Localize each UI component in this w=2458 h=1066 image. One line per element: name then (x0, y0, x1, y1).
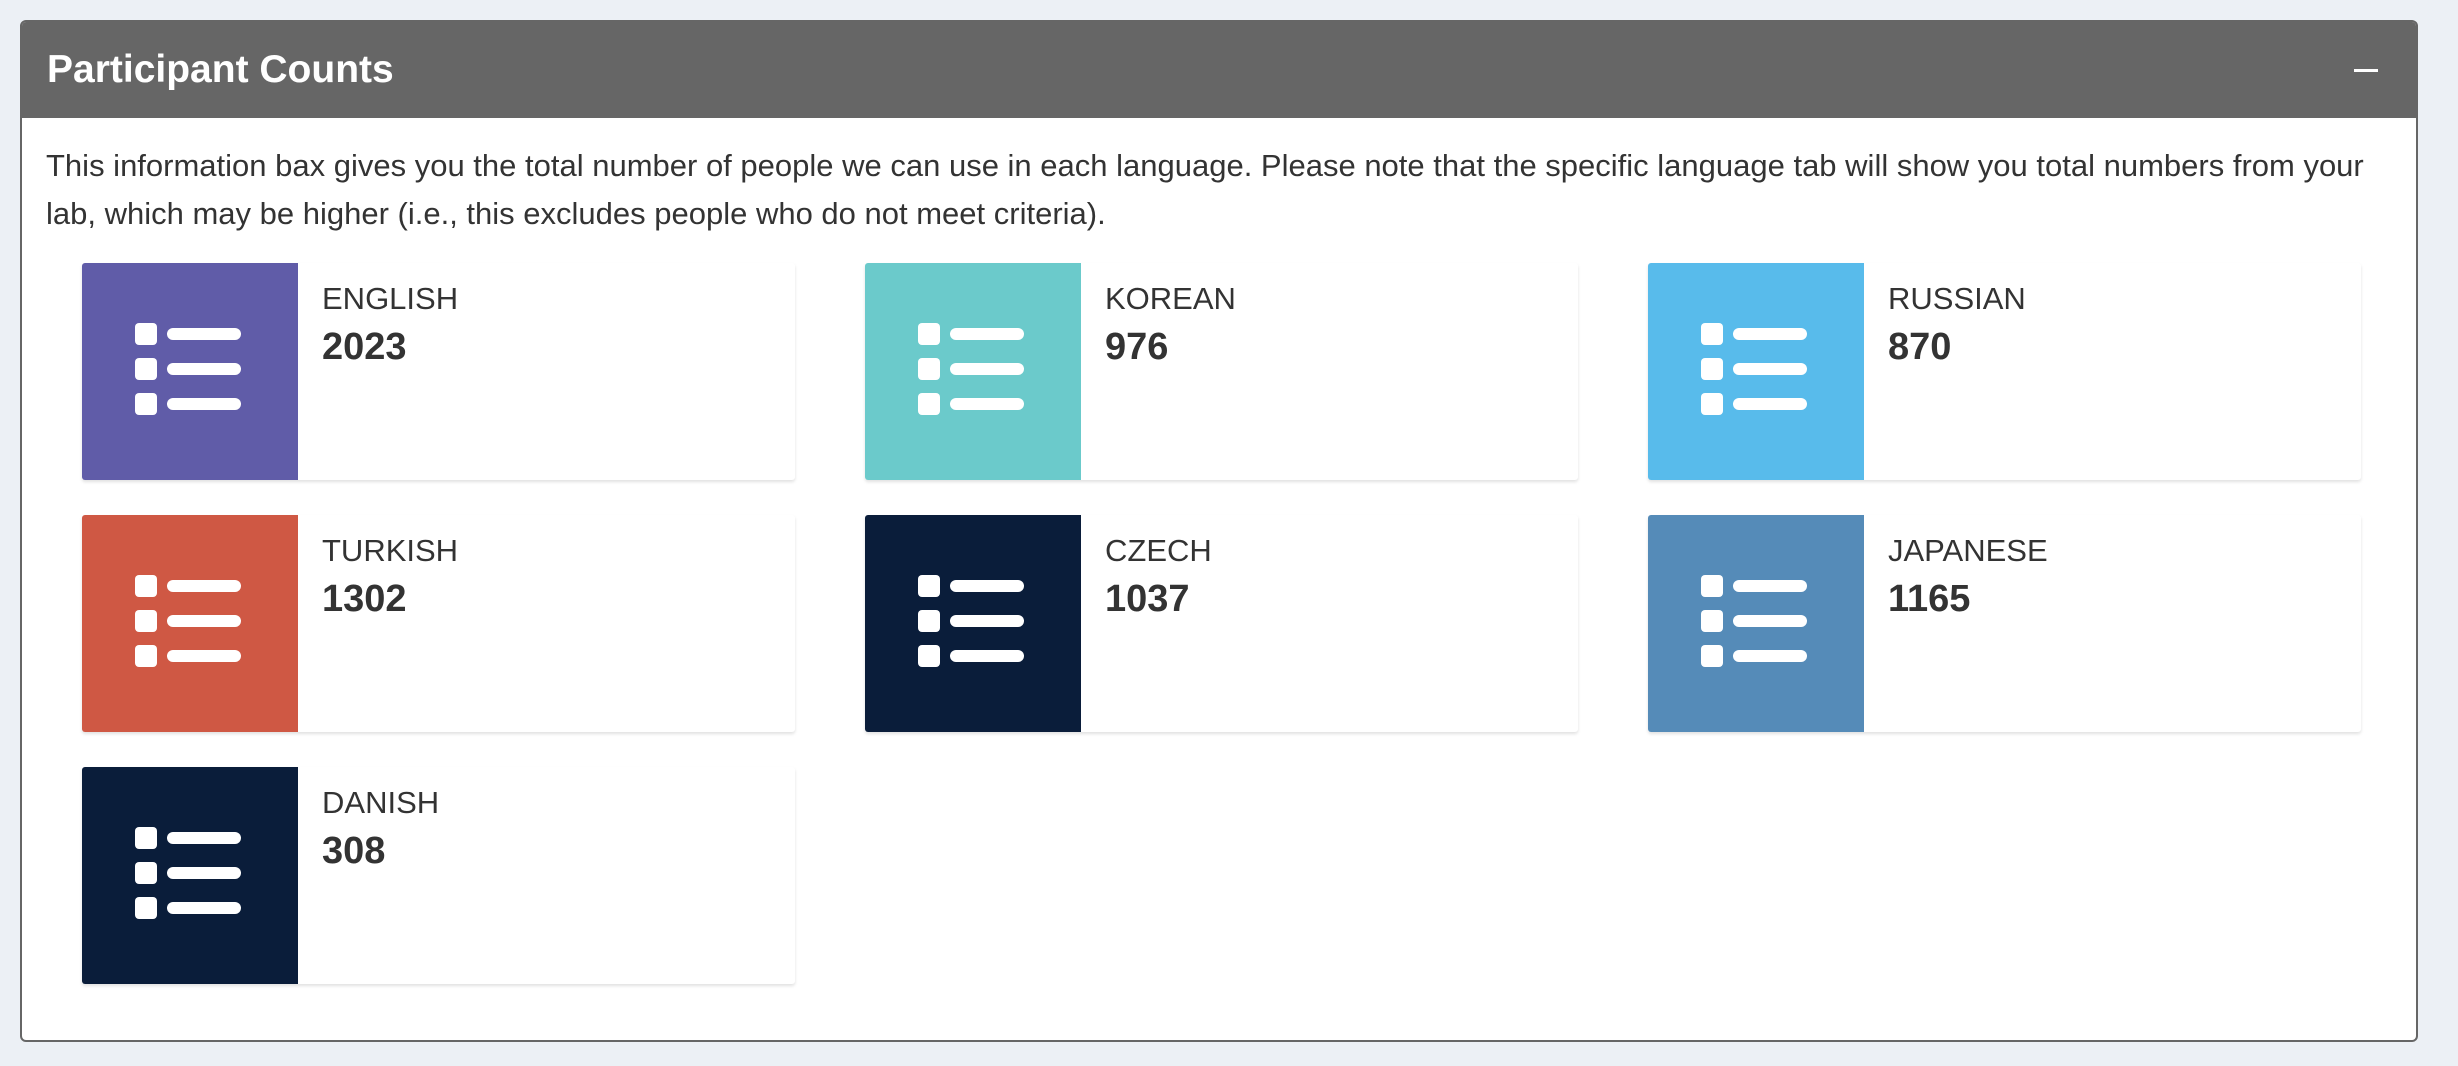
language-label: ENGLISH (322, 281, 459, 316)
collapse-button[interactable] (2342, 46, 2390, 94)
info-box-english: ENGLISH 2023 (82, 263, 795, 480)
list-icon (135, 323, 241, 415)
participant-count: 308 (322, 830, 386, 872)
info-box-korean: KOREAN 976 (865, 263, 1578, 480)
info-box-icon-bg (82, 263, 298, 480)
minus-icon (2354, 69, 2378, 72)
list-icon (135, 575, 241, 667)
info-box-icon-bg (865, 515, 1081, 732)
info-box-icon-bg (1648, 263, 1864, 480)
info-box-content: JAPANESE 1165 (1888, 531, 2048, 627)
participant-counts-panel: Participant Counts This information bax … (20, 20, 2418, 1042)
language-label: CZECH (1105, 533, 1212, 568)
info-box-icon-bg (82, 515, 298, 732)
panel-description: This information bax gives you the total… (46, 148, 2364, 231)
language-label: TURKISH (322, 533, 459, 568)
info-box-content: TURKISH 1302 (322, 531, 458, 627)
info-box-russian: RUSSIAN 870 (1648, 263, 2361, 480)
info-box-danish: DANISH 308 (82, 767, 795, 984)
info-box-icon-bg (1648, 515, 1864, 732)
language-label: JAPANESE (1888, 533, 2048, 568)
info-box-icon-bg (82, 767, 298, 984)
info-box-icon-bg (865, 263, 1081, 480)
language-label: KOREAN (1105, 281, 1236, 316)
info-box-czech: CZECH 1037 (865, 515, 1578, 732)
info-box-content: DANISH 308 (322, 783, 439, 879)
list-icon (918, 575, 1024, 667)
info-box-content: CZECH 1037 (1105, 531, 1212, 627)
panel-title: Participant Counts (47, 48, 394, 91)
participant-count: 2023 (322, 326, 407, 368)
panel-header: Participant Counts (22, 22, 2416, 118)
list-icon (918, 323, 1024, 415)
list-icon (1701, 575, 1807, 667)
info-box-content: ENGLISH 2023 (322, 279, 458, 375)
participant-count: 1165 (1888, 578, 1971, 620)
participant-count: 870 (1888, 326, 1952, 368)
info-box-japanese: JAPANESE 1165 (1648, 515, 2361, 732)
list-icon (135, 827, 241, 919)
participant-count: 1302 (322, 578, 407, 620)
language-label: DANISH (322, 785, 440, 820)
participant-count: 1037 (1105, 578, 1190, 620)
language-label: RUSSIAN (1888, 281, 2026, 316)
list-icon (1701, 323, 1807, 415)
info-box-content: RUSSIAN 870 (1888, 279, 2026, 375)
participant-count: 976 (1105, 326, 1169, 368)
info-box-turkish: TURKISH 1302 (82, 515, 795, 732)
info-box-content: KOREAN 976 (1105, 279, 1236, 375)
